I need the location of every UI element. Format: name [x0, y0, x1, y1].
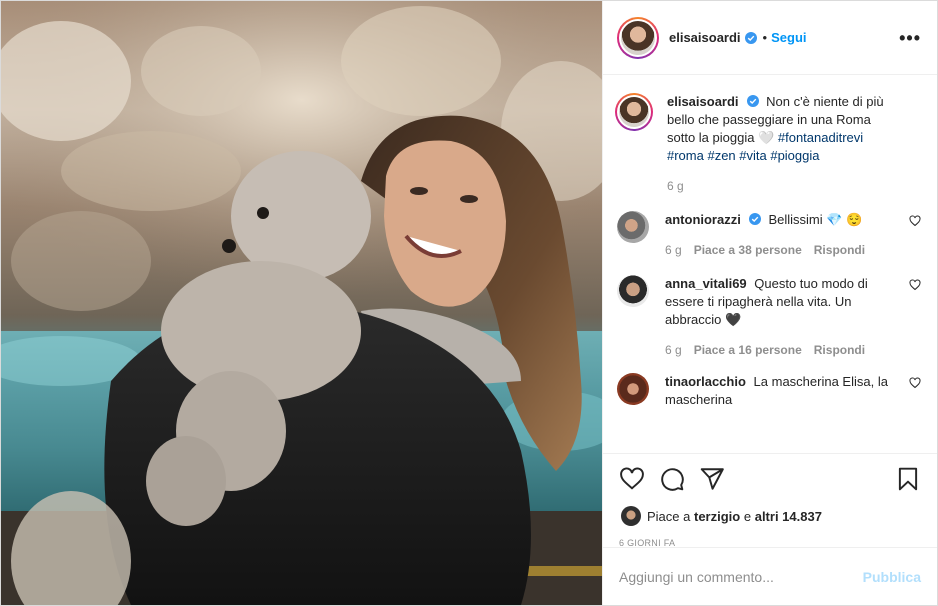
comment-bubble-icon[interactable]	[659, 466, 685, 492]
add-comment-input[interactable]	[619, 568, 863, 585]
liker-username[interactable]: terzigio	[694, 509, 740, 524]
post-caption: elisaisoardi Non c'è niente di più bello…	[615, 93, 921, 193]
like-comment-heart-icon[interactable]	[909, 377, 921, 389]
comment-item: antoniorazzi Bellissimi 💎 😌 6 g Piace a …	[617, 211, 921, 257]
publish-button[interactable]: Pubblica	[863, 569, 921, 585]
save-bookmark-icon[interactable]	[895, 466, 921, 492]
verified-badge-icon	[744, 31, 757, 44]
comment-likes-count[interactable]: Piace a 38 persone	[694, 243, 802, 257]
post-photo[interactable]	[1, 1, 602, 605]
comment-time[interactable]: 6 g	[665, 343, 682, 357]
comment-meta: 6 g Piace a 38 persone Rispondi	[665, 243, 921, 257]
comment-username[interactable]: anna_vitali69	[665, 276, 747, 291]
post-actions: Piace a terzigio e altri 14.837 6 GIORNI…	[603, 453, 937, 605]
comment-item: tinaorlacchio La mascherina Elisa, la ma…	[617, 373, 921, 409]
caption-time[interactable]: 6 g	[667, 179, 684, 193]
commenter-avatar[interactable]	[617, 211, 649, 243]
verified-badge-icon	[746, 95, 759, 107]
comment-text-block: antoniorazzi Bellissimi 💎 😌	[665, 211, 921, 229]
comment-username[interactable]: tinaorlacchio	[665, 374, 746, 389]
reply-button[interactable]: Rispondi	[814, 343, 865, 357]
caption-avatar-story-ring[interactable]	[615, 93, 653, 131]
dot-separator: •	[762, 30, 768, 45]
author-avatar[interactable]	[621, 20, 655, 55]
caption-username[interactable]: elisaisoardi	[667, 94, 739, 109]
comment-meta: 6 g Piace a 16 persone Rispondi	[665, 343, 921, 357]
reply-button[interactable]: Rispondi	[814, 243, 865, 257]
author-avatar-story-ring[interactable]	[617, 16, 659, 59]
share-send-icon[interactable]	[699, 466, 725, 492]
comment-likes-count[interactable]: Piace a 16 persone	[694, 343, 802, 357]
like-heart-icon[interactable]	[619, 466, 645, 492]
comment-text-block: anna_vitali69 Questo tuo modo di essere …	[665, 275, 921, 329]
like-comment-heart-icon[interactable]	[909, 279, 921, 291]
liker-avatar	[621, 506, 641, 526]
follow-button[interactable]: Segui	[771, 30, 806, 45]
likes-joiner: e	[743, 508, 752, 524]
likes-prefix: Piace a	[647, 508, 691, 524]
more-options-icon[interactable]: •••	[899, 29, 921, 47]
instagram-post: elisaisoardi • Segui ••• elisaisoardi No…	[0, 0, 938, 606]
comments-list: elisaisoardi Non c'è niente di più bello…	[603, 75, 937, 453]
comment-text-block: tinaorlacchio La mascherina Elisa, la ma…	[665, 373, 921, 409]
comment-item: anna_vitali69 Questo tuo modo di essere …	[617, 275, 921, 357]
post-header: elisaisoardi • Segui •••	[603, 1, 937, 75]
likes-summary[interactable]: Piace a terzigio e altri 14.837	[619, 506, 921, 526]
photo-scene	[1, 1, 602, 605]
comment-username[interactable]: antoniorazzi	[665, 212, 741, 227]
verified-badge-icon	[748, 213, 761, 225]
action-icons	[619, 464, 921, 494]
add-comment-bar: Pubblica	[603, 547, 937, 605]
like-comment-heart-icon[interactable]	[909, 215, 921, 227]
comment-text: Bellissimi 💎 😌	[768, 212, 863, 227]
likes-count[interactable]: altri 14.837	[755, 509, 822, 524]
caption-meta: 6 g	[667, 179, 921, 193]
commenter-avatar[interactable]	[617, 373, 649, 405]
comment-time[interactable]: 6 g	[665, 243, 682, 257]
author-username[interactable]: elisaisoardi	[669, 30, 741, 45]
caption-avatar[interactable]	[619, 97, 649, 127]
commenter-avatar[interactable]	[617, 275, 649, 307]
post-side-panel: elisaisoardi • Segui ••• elisaisoardi No…	[602, 1, 937, 605]
caption-text-block: elisaisoardi Non c'è niente di più bello…	[667, 93, 921, 165]
